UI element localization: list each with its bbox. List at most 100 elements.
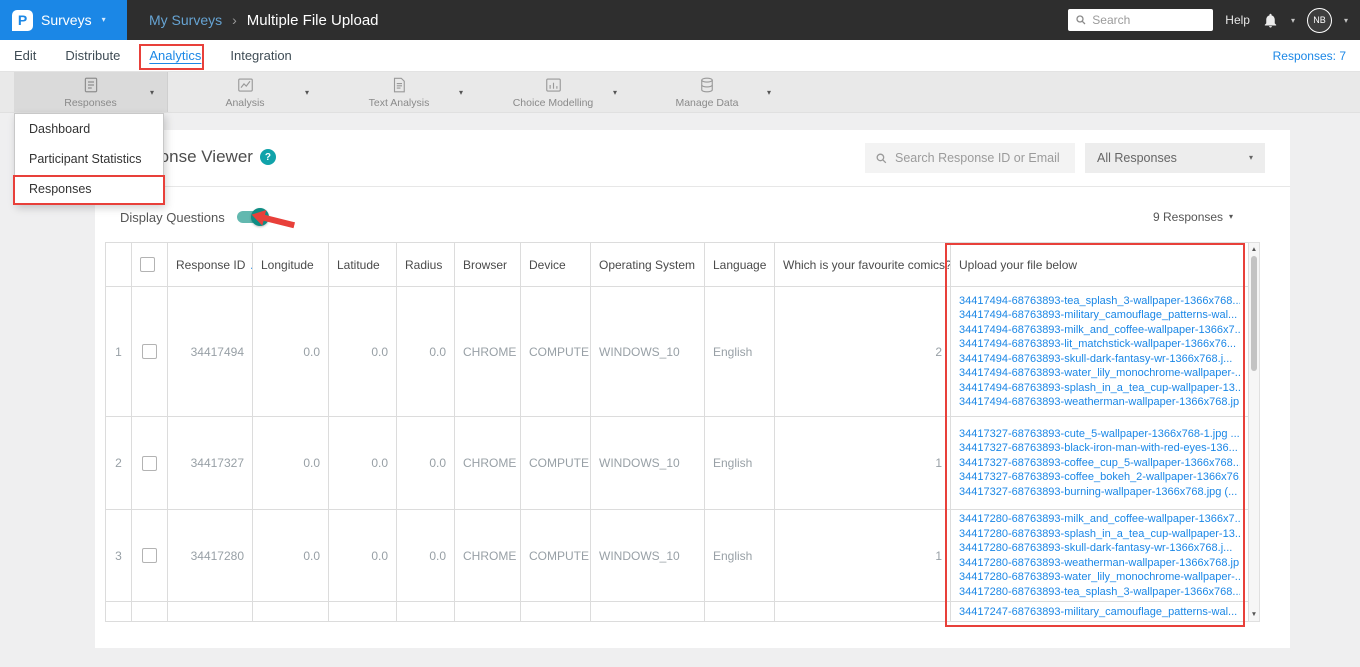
display-questions-toggle[interactable] xyxy=(236,208,269,226)
response-search-input[interactable] xyxy=(895,151,1065,165)
response-viewer-card: Response Viewer ? All Responses ▾ Displa… xyxy=(95,130,1290,648)
file-link[interactable]: 34417280-68763893-skull-dark-fantasy-wr-… xyxy=(959,541,1240,556)
language-cell: English xyxy=(704,286,775,417)
file-link[interactable]: 34417494-68763893-military_camouflage_pa… xyxy=(959,308,1240,323)
user-avatar[interactable]: NB xyxy=(1306,7,1332,33)
col-header-latitude[interactable]: Latitude xyxy=(328,242,397,287)
toolbar-item-manage-data[interactable]: Manage Data ▾ xyxy=(630,72,784,112)
latitude-cell: 0.0 xyxy=(328,416,397,510)
toolbar-item-text-analysis[interactable]: Text Analysis ▾ xyxy=(322,72,476,112)
row-number-cell: 2 xyxy=(105,416,132,510)
toolbar-item-analysis[interactable]: Analysis ▾ xyxy=(168,72,322,112)
tab-integration[interactable]: Integration xyxy=(230,48,291,63)
select-all-checkbox[interactable] xyxy=(140,257,155,273)
row-checkbox[interactable] xyxy=(142,344,157,360)
col-header-response-id[interactable]: Response ID▲ xyxy=(167,242,253,287)
global-search-input[interactable] xyxy=(1092,13,1207,27)
checkbox-cell xyxy=(131,286,168,417)
breadcrumb-my-surveys[interactable]: My Surveys xyxy=(149,12,222,28)
chevron-down-icon: ▾ xyxy=(1248,153,1253,162)
longitude-cell: 0.0 xyxy=(252,509,329,602)
search-icon xyxy=(875,152,888,165)
col-header-upload-file[interactable]: Upload your file below xyxy=(950,242,1248,287)
file-link[interactable]: 34417494-68763893-weatherman-wallpaper-1… xyxy=(959,395,1240,410)
menu-item-participant-statistics[interactable]: Participant Statistics xyxy=(15,144,163,174)
col-header-device[interactable]: Device xyxy=(520,242,591,287)
file-link[interactable]: 34417494-68763893-skull-dark-fantasy-wr-… xyxy=(959,352,1240,367)
chevron-down-icon[interactable]: ▾ xyxy=(459,88,463,97)
scroll-up-icon[interactable]: ▲ xyxy=(1249,246,1259,253)
notifications-bell-icon[interactable] xyxy=(1262,12,1279,29)
row-checkbox[interactable] xyxy=(142,548,157,564)
help-icon[interactable]: ? xyxy=(259,149,276,165)
page-title: Multiple File Upload xyxy=(246,11,379,29)
row-checkbox[interactable] xyxy=(142,455,157,471)
table-area: Response ID▲ Longitude Latitude Radius B… xyxy=(105,242,1260,622)
col-header-radius[interactable]: Radius xyxy=(396,242,455,287)
vertical-scrollbar[interactable]: ▲ ▼ xyxy=(1248,242,1260,622)
file-link[interactable]: 34417280-68763893-splash_in_a_tea_cup-wa… xyxy=(959,527,1240,542)
file-link[interactable]: 34417494-68763893-tea_splash_3-wallpaper… xyxy=(959,294,1240,309)
account-chevron-icon[interactable]: ▾ xyxy=(1344,16,1348,25)
file-link[interactable]: 34417494-68763893-milk_and_coffee-wallpa… xyxy=(959,323,1240,338)
file-link[interactable]: 34417247-68763893-splash_in_a_tea_cup-wa… xyxy=(959,620,1240,622)
browser-cell xyxy=(454,601,521,621)
response-search[interactable] xyxy=(865,143,1075,173)
display-questions-row: Display Questions xyxy=(120,206,269,228)
responses-summary-dropdown[interactable]: 9 Responses ▾ xyxy=(1153,210,1233,224)
response-id-cell[interactable] xyxy=(167,601,253,621)
file-link[interactable]: 34417280-68763893-weatherman-wallpaper-1… xyxy=(959,556,1240,571)
menu-item-dashboard[interactable]: Dashboard xyxy=(15,114,163,144)
col-header-language[interactable]: Language xyxy=(704,242,775,287)
menu-item-responses[interactable]: Responses xyxy=(15,174,163,204)
file-link[interactable]: 34417327-68763893-coffee_bokeh_2-wallpap… xyxy=(959,470,1240,485)
language-cell: English xyxy=(704,416,775,510)
file-link[interactable]: 34417247-68763893-military_camouflage_pa… xyxy=(959,605,1240,620)
toolbar-item-responses[interactable]: Responses ▾ xyxy=(14,72,168,112)
file-link[interactable]: 34417327-68763893-burning-wallpaper-1366… xyxy=(959,485,1240,500)
scroll-down-icon[interactable]: ▼ xyxy=(1249,611,1259,618)
response-id-cell[interactable]: 34417494 xyxy=(167,286,253,417)
responses-table: Response ID▲ Longitude Latitude Radius B… xyxy=(105,242,1248,622)
vertical-scrollbar-thumb[interactable] xyxy=(1251,256,1257,371)
notifications-chevron-icon[interactable]: ▾ xyxy=(1291,16,1295,25)
file-link[interactable]: 34417280-68763893-tea_splash_3-wallpaper… xyxy=(959,585,1240,600)
col-header-longitude[interactable]: Longitude xyxy=(252,242,329,287)
table-row: 1344174940.00.00.0CHROMECOMPUTERWINDOWS_… xyxy=(105,286,1248,417)
chevron-down-icon[interactable]: ▾ xyxy=(767,88,771,97)
col-header-favourite-comics[interactable]: Which is your favourite comics? xyxy=(774,242,951,287)
survey-nav: Edit Distribute Analytics Integration Re… xyxy=(0,40,1360,72)
tab-edit[interactable]: Edit xyxy=(14,48,36,63)
file-link[interactable]: 34417280-68763893-milk_and_coffee-wallpa… xyxy=(959,512,1240,527)
global-search[interactable] xyxy=(1068,9,1214,31)
response-id-cell[interactable]: 34417327 xyxy=(167,416,253,510)
questionpro-logo-icon: P xyxy=(12,9,33,31)
analysis-icon xyxy=(236,76,255,95)
responses-count-link[interactable]: Responses: 7 xyxy=(1273,49,1346,63)
surveys-menu[interactable]: P Surveys ▾ xyxy=(0,0,127,40)
file-link[interactable]: 34417327-68763893-coffee_cup_5-wallpaper… xyxy=(959,456,1240,471)
help-link[interactable]: Help xyxy=(1225,13,1250,27)
logo-letter: P xyxy=(17,12,28,28)
col-header-browser[interactable]: Browser xyxy=(454,242,521,287)
chevron-down-icon[interactable]: ▾ xyxy=(613,88,617,97)
chevron-down-icon[interactable]: ▾ xyxy=(150,88,154,97)
responses-filter-dropdown[interactable]: All Responses ▾ xyxy=(1085,143,1265,173)
file-link[interactable]: 34417494-68763893-water_lily_monochrome-… xyxy=(959,366,1240,381)
col-header-operating-system[interactable]: Operating System xyxy=(590,242,705,287)
toolbar-item-choice-modelling[interactable]: Choice Modelling ▾ xyxy=(476,72,630,112)
table-row: 2344173270.00.00.0CHROMECOMPUTERWINDOWS_… xyxy=(105,416,1248,510)
file-link[interactable]: 34417327-68763893-black-iron-man-with-re… xyxy=(959,441,1240,456)
operating-system-cell: WINDOWS_10 xyxy=(590,509,705,602)
chevron-down-icon[interactable]: ▾ xyxy=(305,88,309,97)
file-link[interactable]: 34417327-68763893-cute_5-wallpaper-1366x… xyxy=(959,427,1240,442)
responses-dropdown-menu: Dashboard Participant Statistics Respons… xyxy=(14,113,164,205)
file-link[interactable]: 34417494-68763893-splash_in_a_tea_cup-wa… xyxy=(959,381,1240,396)
tab-distribute[interactable]: Distribute xyxy=(65,48,120,63)
file-link[interactable]: 34417494-68763893-lit_matchstick-wallpap… xyxy=(959,337,1240,352)
responses-icon xyxy=(82,76,100,95)
file-link[interactable]: 34417280-68763893-water_lily_monochrome-… xyxy=(959,570,1240,585)
tab-analytics[interactable]: Analytics xyxy=(149,48,201,63)
toolbar-item-label: Choice Modelling xyxy=(512,96,594,109)
response-id-cell[interactable]: 34417280 xyxy=(167,509,253,602)
